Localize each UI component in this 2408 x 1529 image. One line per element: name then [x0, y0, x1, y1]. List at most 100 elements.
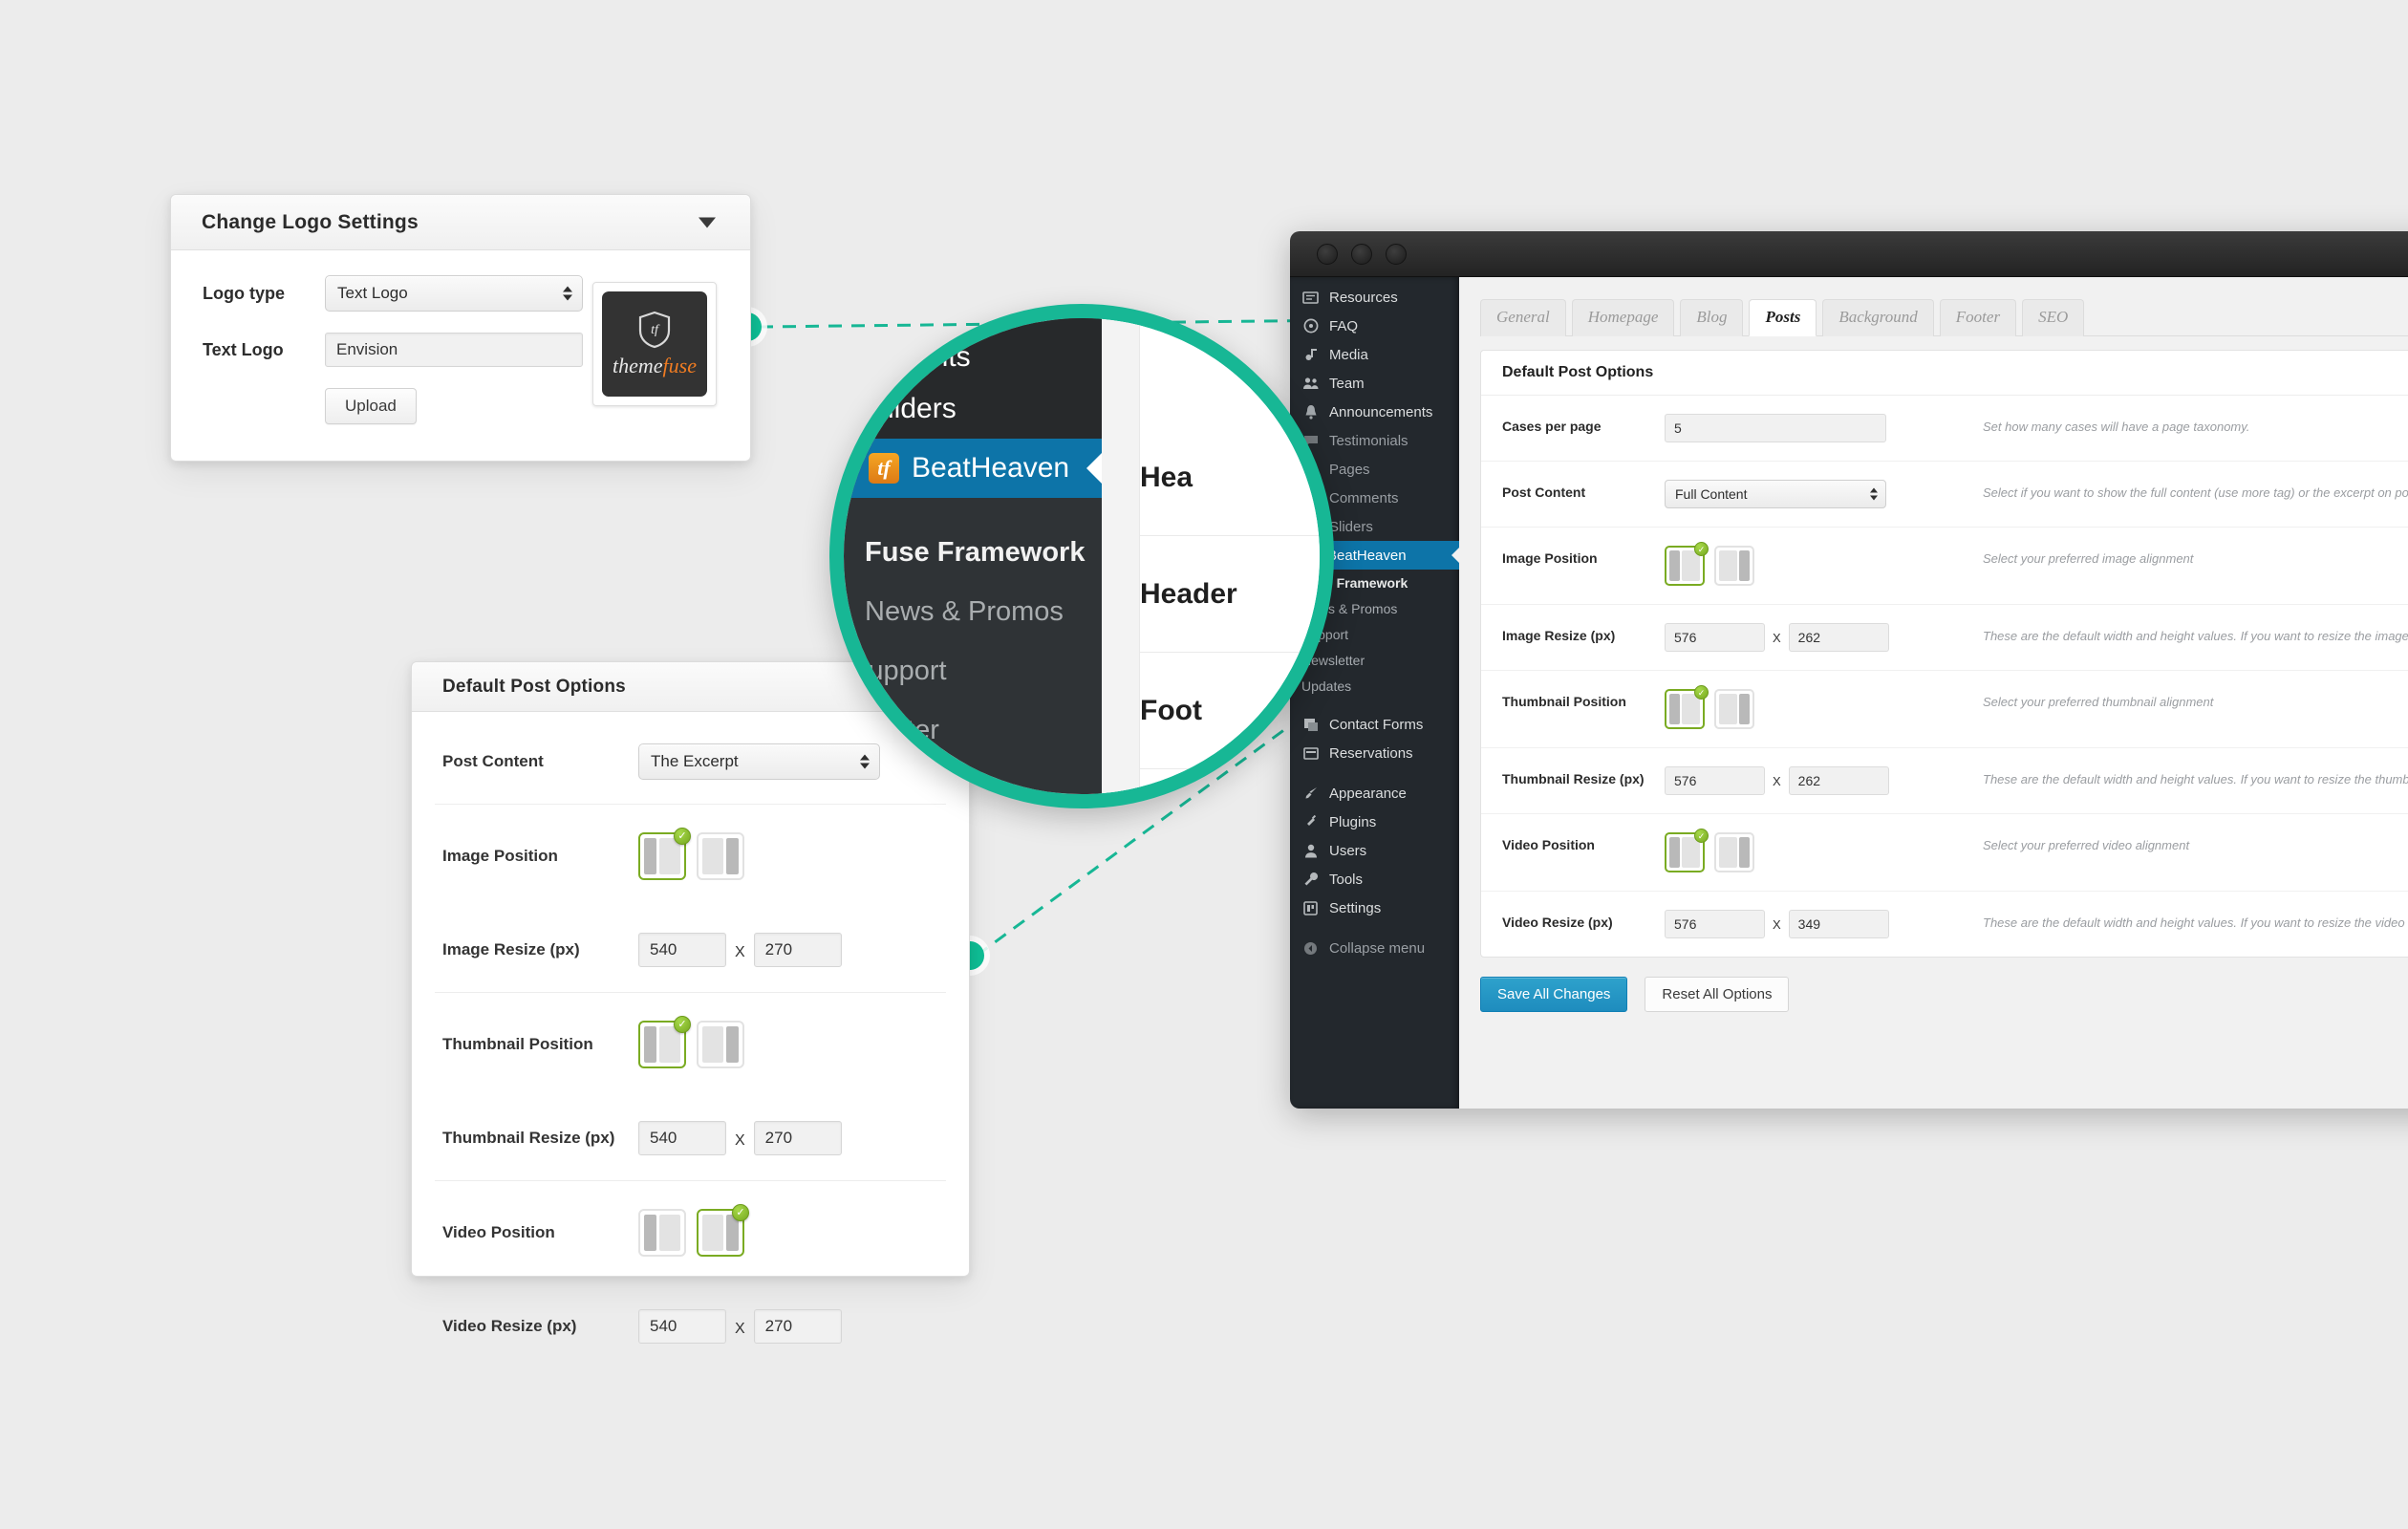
spinner-icon [1870, 487, 1878, 501]
logo-type-select[interactable]: Text Logo [325, 275, 583, 312]
save-all-changes-button[interactable]: Save All Changes [1480, 977, 1628, 1012]
video-position-description: Select your preferred video alignment [1983, 838, 2190, 852]
check-icon: ✓ [1694, 542, 1709, 556]
sidebar-item-label: Tools [1329, 871, 1364, 888]
tab-homepage[interactable]: Homepage [1571, 299, 1675, 336]
sidebar-item-plugins[interactable]: Plugins [1290, 808, 1459, 836]
tab-posts[interactable]: Posts [1749, 299, 1817, 336]
chevron-down-icon[interactable] [699, 217, 716, 227]
window-dot-3[interactable] [1386, 243, 1407, 265]
wp-video-resize-row: Video Resize (px) X These are the defaul… [1481, 892, 2408, 957]
sidebar-item-users[interactable]: Users [1290, 836, 1459, 865]
reset-all-options-button[interactable]: Reset All Options [1645, 977, 1790, 1012]
magnifier-loupe: mments Sliders tf BeatHeaven Fuse Framew… [829, 304, 1334, 808]
tile-align-right[interactable] [1714, 832, 1754, 872]
magnified-sub-newsletter[interactable]: wsletter [844, 700, 1102, 760]
tile-align-right[interactable] [697, 1021, 744, 1068]
magnified-sub-support[interactable]: Support [844, 641, 1102, 700]
video-height-input[interactable] [1788, 910, 1889, 938]
post-content-control: Full Content [1665, 480, 1951, 508]
image-height-input[interactable] [753, 933, 842, 967]
tile-align-right[interactable] [1714, 546, 1754, 586]
check-icon: ✓ [1694, 829, 1709, 843]
thumbnail-width-input[interactable] [1665, 766, 1765, 795]
magnified-item-label: Sliders [869, 393, 957, 424]
tile-align-left[interactable]: ✓ [638, 1016, 691, 1068]
tile-align-left[interactable]: ✓ [1665, 829, 1709, 872]
magnified-sub-fuse-framework[interactable]: Fuse Framework [844, 523, 1102, 582]
image-width-input[interactable] [638, 933, 726, 967]
sidebar-item-label: Collapse menu [1329, 939, 1426, 957]
sidebar-item-label: Media [1329, 346, 1368, 363]
sidebar-item-label: Sliders [1329, 518, 1373, 535]
image-height-input[interactable] [1788, 623, 1889, 652]
window-dot-2[interactable] [1351, 243, 1372, 265]
sidebar-item-resources[interactable]: Resources [1290, 283, 1459, 312]
window-dot-1[interactable] [1317, 243, 1338, 265]
wp-image-position-row: Image Position ✓ Select your preferred i… [1481, 528, 2408, 605]
image-position-tiles: ✓ [638, 828, 744, 880]
image-position-tiles: ✓ [1665, 542, 1951, 586]
thumbnail-position-row: Thumbnail Position ✓ [412, 993, 969, 1096]
magnified-row-label: Foot [1140, 694, 1202, 726]
tile-align-right[interactable] [1714, 689, 1754, 729]
sidebar-item-tools[interactable]: Tools [1290, 865, 1459, 894]
image-position-label: Image Position [1502, 550, 1598, 566]
video-resize-description: These are the default width and height v… [1983, 915, 2408, 930]
window-titlebar[interactable] [1290, 231, 2408, 277]
wordpress-admin-window: Resources FAQ Media Team Announcements T… [1290, 231, 2408, 1109]
text-logo-input[interactable] [325, 333, 583, 367]
tile-align-right[interactable]: ✓ [697, 1204, 749, 1257]
plug-icon [1301, 814, 1320, 830]
dimension-separator: X [735, 1131, 745, 1149]
tab-general[interactable]: General [1480, 299, 1566, 336]
tile-align-left[interactable] [638, 1209, 686, 1257]
magnified-sub-news-promos[interactable]: News & Promos [844, 582, 1102, 641]
dimension-separator: X [1773, 773, 1781, 788]
logo-preview-thumbnail[interactable]: tf themefuse [592, 282, 717, 406]
tile-align-left[interactable]: ✓ [1665, 685, 1709, 729]
thumbnail-position-control: ✓ [1665, 685, 1951, 729]
tab-background[interactable]: Background [1822, 299, 1934, 336]
sidebar-item-settings[interactable]: Settings [1290, 894, 1459, 922]
magnified-item-label: BeatHeaven [912, 452, 1070, 484]
cases-per-page-input[interactable] [1665, 414, 1886, 442]
image-position-description: Select your preferred image alignment [1983, 551, 2194, 566]
sidebar-item-label: FAQ [1329, 317, 1359, 334]
post-content-select[interactable]: Full Content [1665, 480, 1886, 508]
video-position-row: Video Position ✓ [412, 1181, 969, 1284]
thumbnail-height-input[interactable] [1788, 766, 1889, 795]
logo-panel-header[interactable]: Change Logo Settings [171, 195, 750, 250]
video-width-input[interactable] [1665, 910, 1765, 938]
tab-seo[interactable]: SEO [2022, 299, 2085, 336]
tile-align-left[interactable]: ✓ [1665, 542, 1709, 586]
post-content-label: Post Content [1502, 485, 1586, 500]
video-height-input[interactable] [753, 1309, 842, 1344]
dimension-separator: X [1773, 630, 1781, 645]
tab-footer[interactable]: Footer [1939, 299, 2017, 336]
magnified-item-comments[interactable]: mments [844, 318, 1102, 379]
image-width-input[interactable] [1665, 623, 1765, 652]
upload-button[interactable]: Upload [325, 388, 417, 424]
tile-align-right[interactable] [697, 832, 744, 880]
magnified-row-label: Hea [1140, 461, 1193, 493]
magnified-item-beatheaven[interactable]: tf BeatHeaven [844, 439, 1102, 498]
thumbnail-position-label: Thumbnail Position [1502, 694, 1626, 709]
thumbnail-height-input[interactable] [753, 1121, 842, 1155]
sidebar-item-collapse-menu[interactable]: Collapse menu [1290, 934, 1459, 962]
thumbnail-width-input[interactable] [638, 1121, 726, 1155]
dimension-separator: X [735, 943, 745, 960]
thumbnail-resize-label: Thumbnail Resize (px) [1502, 771, 1645, 786]
magnified-gutter [1102, 318, 1140, 794]
tile-align-left[interactable]: ✓ [638, 828, 691, 880]
magnified-item-sliders[interactable]: Sliders [844, 379, 1102, 439]
video-width-input[interactable] [638, 1309, 726, 1344]
post-content-value: The Excerpt [651, 752, 739, 770]
sidebar-item-label: Team [1329, 375, 1365, 392]
video-resize-label: Video Resize (px) [442, 1317, 577, 1335]
sidebar-item-label: Plugins [1329, 813, 1377, 830]
text-logo-label: Text Logo [203, 339, 284, 359]
post-panel-body: Post Content The Excerpt Image Position … [412, 712, 969, 1368]
window-body: Resources FAQ Media Team Announcements T… [1290, 277, 2408, 1109]
tab-blog[interactable]: Blog [1680, 299, 1744, 336]
